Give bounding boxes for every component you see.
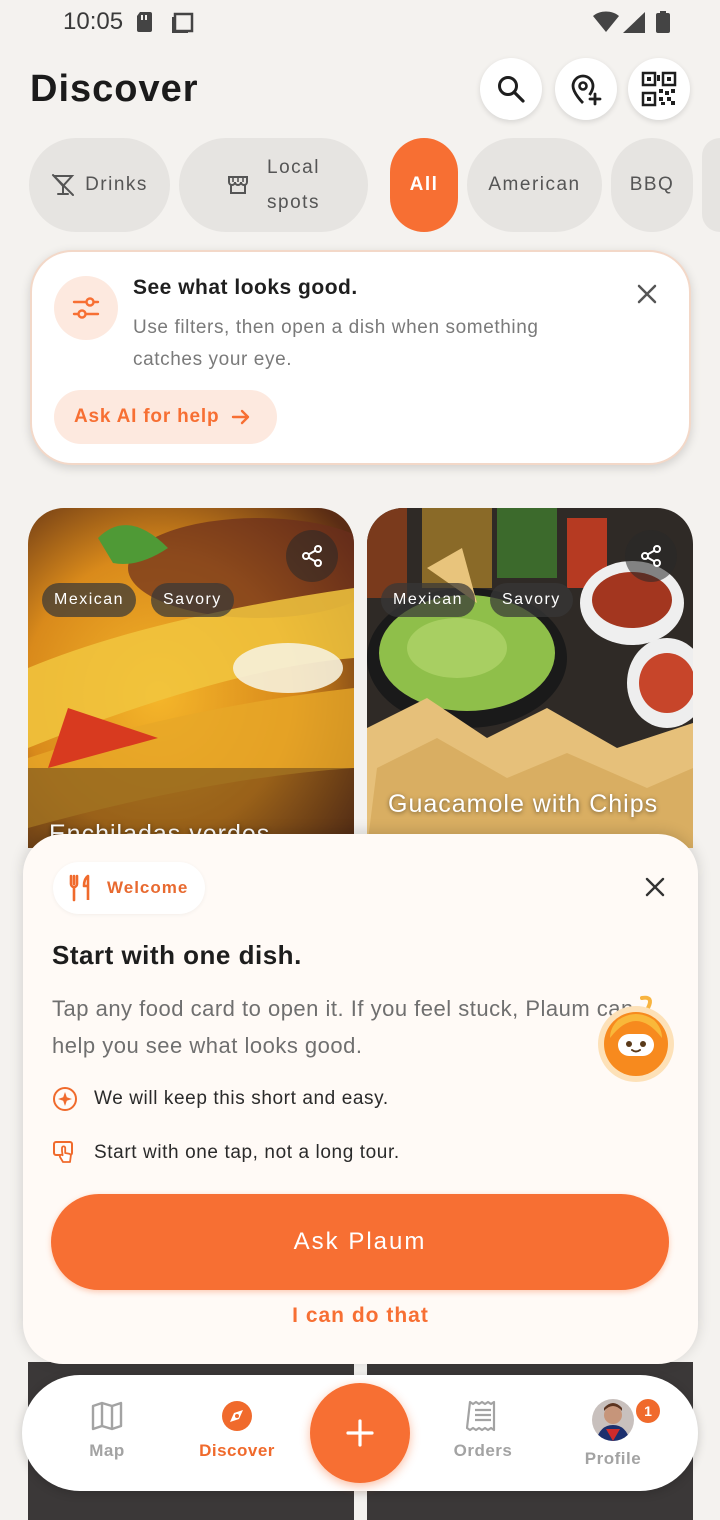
onboarding-point: We will keep this short and easy.	[52, 1086, 389, 1112]
card-title: Guacamole with Chips	[388, 790, 659, 818]
onboarding-point-text: We will keep this short and easy.	[94, 1088, 389, 1109]
bottom-navigation: Map Discover Orders Profile 1	[22, 1375, 698, 1491]
nav-item-discover[interactable]: Discover	[177, 1399, 297, 1461]
onboarding-sheet: Welcome Start with one dish. Tap any foo…	[23, 834, 698, 1364]
chip-all[interactable]: All	[390, 138, 458, 232]
tip-body: Use filters, then open a dish when somet…	[133, 317, 539, 370]
search-icon	[498, 76, 525, 103]
notification-badge: 1	[634, 1397, 662, 1425]
status-time: 10:05	[63, 8, 124, 35]
sparkle-circle-icon	[53, 1087, 77, 1111]
map-icon	[91, 1401, 123, 1431]
tag-cuisine: Mexican	[381, 583, 476, 617]
dismiss-onboarding-button[interactable]: I can do that	[23, 1304, 698, 1328]
chip-label: Local spots	[267, 150, 320, 220]
chip-more[interactable]	[702, 138, 720, 232]
food-card[interactable]: Mexican Savory Guacamole with Chips	[367, 508, 693, 848]
storefront-icon	[228, 176, 249, 194]
nav-item-map[interactable]: Map	[47, 1399, 167, 1461]
chip-label: American	[488, 174, 581, 195]
ask-plaum-button[interactable]: Ask Plaum	[51, 1194, 669, 1290]
onboarding-body: Tap any food card to open it. If you fee…	[52, 996, 634, 1058]
chip-drinks[interactable]: Drinks	[29, 138, 170, 232]
filter-sliders-icon	[72, 297, 100, 319]
arrow-right-icon	[232, 409, 250, 425]
search-button[interactable]	[480, 58, 542, 120]
nav-label: Orders	[453, 1441, 513, 1460]
wifi-icon	[593, 11, 619, 32]
tag-flavor: Savory	[490, 583, 573, 617]
share-icon	[641, 545, 661, 567]
chip-label: BBQ	[629, 174, 675, 195]
signal-icon	[623, 12, 645, 33]
nav-label: Map	[89, 1441, 125, 1460]
nav-label: Discover	[199, 1441, 275, 1460]
close-icon[interactable]	[644, 876, 666, 898]
chip-american[interactable]: American	[467, 138, 602, 232]
onboarding-point: Start with one tap, not a long tour.	[52, 1140, 400, 1166]
receipt-icon	[466, 1400, 496, 1432]
chip-label-line1: Local	[267, 157, 320, 178]
ask-ai-label: Ask AI for help	[74, 406, 220, 427]
tip-icon-container	[54, 276, 118, 340]
share-button[interactable]	[286, 530, 338, 582]
close-icon[interactable]	[635, 282, 659, 306]
add-location-icon	[571, 74, 602, 106]
share-button[interactable]	[625, 530, 677, 582]
tap-icon	[53, 1141, 73, 1163]
nav-label: Profile	[584, 1449, 642, 1468]
page-title: Discover	[30, 68, 199, 110]
qr-scan-button[interactable]	[628, 58, 690, 120]
status-bar: 10:05	[0, 0, 720, 44]
welcome-badge: Welcome	[53, 862, 205, 914]
chip-label-line2: spots	[267, 192, 320, 213]
chip-bbq[interactable]: BBQ	[611, 138, 693, 232]
onboarding-point-text: Start with one tap, not a long tour.	[94, 1142, 400, 1163]
battery-icon	[656, 11, 670, 33]
add-location-button[interactable]	[555, 58, 617, 120]
qr-code-icon	[641, 71, 677, 107]
sim-card-icon	[137, 12, 152, 32]
plus-icon	[346, 1419, 374, 1447]
mascot-icon[interactable]	[596, 994, 678, 1086]
chip-label: Drinks	[85, 174, 148, 195]
drinks-icon	[51, 174, 75, 196]
food-card[interactable]: Mexican Savory Enchiladas verdes	[28, 508, 354, 848]
welcome-label: Welcome	[107, 878, 189, 897]
chip-local-spots[interactable]: Local spots	[179, 138, 368, 232]
onboarding-title: Start with one dish.	[52, 940, 302, 970]
screen-icon	[172, 12, 194, 33]
nav-item-orders[interactable]: Orders	[423, 1399, 543, 1461]
add-fab-button[interactable]	[310, 1383, 410, 1483]
utensils-icon	[69, 874, 90, 902]
tag-flavor: Savory	[151, 583, 234, 617]
share-icon	[302, 545, 322, 567]
avatar	[592, 1399, 634, 1441]
chip-label: All	[409, 174, 439, 195]
tag-cuisine: Mexican	[42, 583, 137, 617]
compass-icon	[222, 1401, 252, 1431]
tip-title: See what looks good.	[133, 276, 358, 299]
ask-ai-button[interactable]: Ask AI for help	[54, 390, 277, 444]
tip-card: See what looks good. Use filters, then o…	[30, 250, 691, 465]
